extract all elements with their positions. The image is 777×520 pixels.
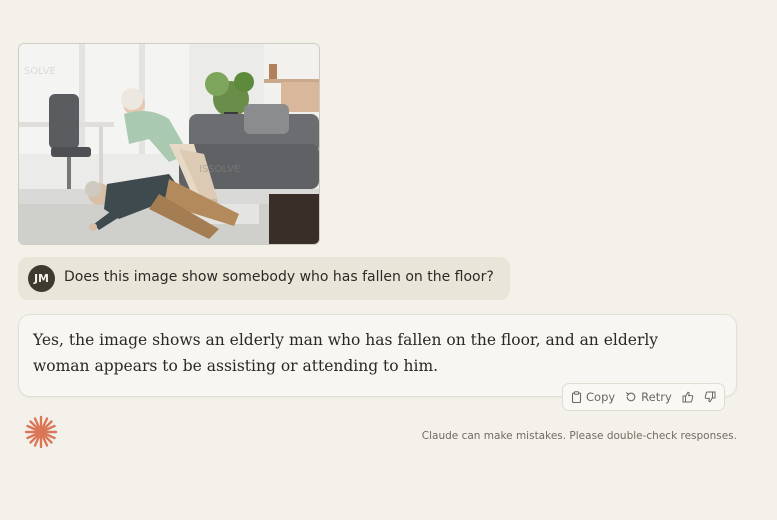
clipboard-icon (571, 391, 582, 403)
thumbs-down-icon (704, 391, 716, 403)
photo-illustration: SOLVE ISSOLVE (19, 44, 319, 244)
user-avatar[interactable]: JM (28, 265, 55, 292)
svg-text:SOLVE: SOLVE (24, 66, 56, 77)
message-actions: Copy Retry (562, 383, 725, 411)
disclaimer-text: Claude can make mistakes. Please double-… (421, 430, 737, 442)
retry-button[interactable]: Retry (625, 390, 672, 404)
copy-button[interactable]: Copy (571, 390, 615, 404)
thumbs-up-button[interactable] (682, 391, 694, 403)
svg-text:ISSOLVE: ISSOLVE (199, 164, 240, 175)
user-message: JM Does this image show somebody who has… (18, 257, 510, 300)
copy-label: Copy (586, 390, 616, 404)
user-message-text: Does this image show somebody who has fa… (64, 269, 494, 285)
retry-icon (625, 391, 637, 403)
top-fade (0, 0, 777, 40)
claude-sparkle-icon (24, 415, 58, 449)
thumbs-up-icon (682, 391, 694, 403)
assistant-message-text: Yes, the image shows an elderly man who … (33, 331, 659, 375)
attached-image[interactable]: SOLVE ISSOLVE (18, 43, 320, 245)
retry-label: Retry (641, 390, 672, 404)
thumbs-down-button[interactable] (704, 391, 716, 403)
